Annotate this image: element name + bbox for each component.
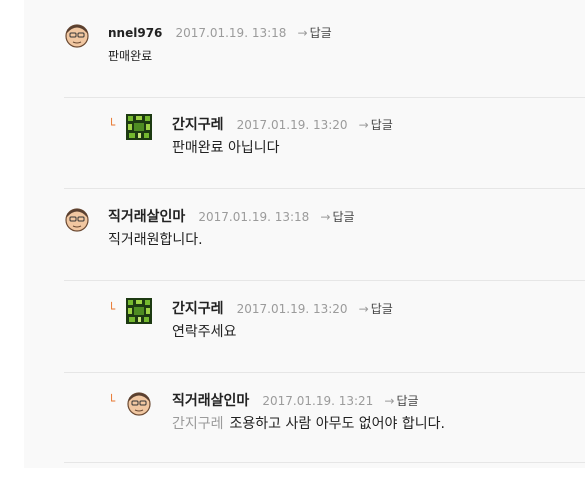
comment-author[interactable]: 간지구레 (172, 301, 224, 317)
comment-text: 연락주세요 (172, 324, 237, 340)
reply-arrow-icon: → (320, 210, 331, 224)
comment-text: 판매완료 아닙니다 (172, 140, 280, 156)
comment-author[interactable]: nnel976 (108, 26, 162, 40)
reply-arrow-icon: → (384, 394, 395, 408)
user-face-icon[interactable] (64, 206, 90, 232)
divider (64, 188, 585, 189)
reply-label: 답글 (332, 210, 355, 224)
reply-indent-icon: └ (108, 118, 116, 132)
reply-label: 답글 (396, 394, 419, 408)
reply-label: 답글 (370, 118, 393, 132)
green-pixel-avatar-icon[interactable] (126, 114, 152, 140)
reply-button[interactable]: → 답글 (298, 26, 332, 40)
reply-indent-icon: └ (108, 394, 116, 408)
reply-arrow-icon: → (358, 302, 369, 316)
comment-text-content: 조용하고 사람 아무도 없어야 합니다. (229, 416, 445, 432)
comment-author[interactable]: 직거래살인마 (108, 209, 185, 225)
reply-item: └ 간지구레 2017.01.19. 13:20 → 답글 연락주세요 (108, 298, 578, 340)
reply-indent-icon: └ (108, 302, 116, 316)
comment-text: 간지구레 조용하고 사람 아무도 없어야 합니다. (172, 414, 445, 434)
reply-button[interactable]: → 답글 (359, 302, 393, 316)
comment-item: nnel976 2017.01.19. 13:18 → 답글 판매완료 (64, 22, 564, 63)
comment-author[interactable]: 직거래살인마 (172, 393, 249, 409)
comment-text: 판매완료 (108, 49, 153, 63)
comment-date: 2017.01.19. 13:18 (175, 26, 287, 40)
reply-label: 답글 (370, 302, 393, 316)
divider (64, 372, 585, 373)
comment-date: 2017.01.19. 13:20 (236, 118, 348, 132)
comment-text: 직거래원합니다. (108, 232, 203, 248)
mention-author[interactable]: 간지구레 (172, 416, 224, 432)
user-face-icon[interactable] (64, 22, 90, 48)
reply-arrow-icon: → (358, 118, 369, 132)
divider (64, 97, 585, 98)
user-face-icon[interactable] (126, 390, 152, 416)
reply-label: 답글 (309, 26, 332, 40)
reply-item: └ 간지구레 2017.01.19. 13:20 → 답글 판매완료 아닙니다 (108, 114, 578, 156)
reply-button[interactable]: → 답글 (384, 394, 418, 408)
divider (64, 280, 585, 281)
comment-author[interactable]: 간지구레 (172, 117, 224, 133)
comment-date: 2017.01.19. 13:20 (236, 302, 348, 316)
reply-button[interactable]: → 답글 (320, 210, 354, 224)
divider (64, 462, 585, 463)
reply-arrow-icon: → (297, 26, 308, 40)
reply-button[interactable]: → 답글 (359, 118, 393, 132)
comment-date: 2017.01.19. 13:21 (262, 394, 374, 408)
reply-item: └ 직거래살인마 2017.01.19. 13:21 → 답글 간지구레 조용하고 … (108, 390, 585, 432)
green-pixel-avatar-icon[interactable] (126, 298, 152, 324)
comment-item: 직거래살인마 2017.01.19. 13:18 → 답글 직거래원합니다. (64, 206, 564, 248)
comment-date: 2017.01.19. 13:18 (198, 210, 310, 224)
